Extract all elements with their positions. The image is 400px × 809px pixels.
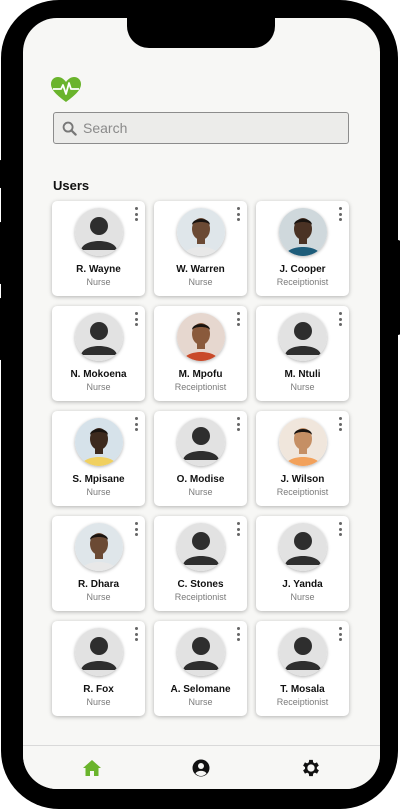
user-card[interactable]: J. Wilson Receiptionist	[256, 411, 349, 506]
user-role: Nurse	[86, 277, 111, 287]
user-name: R. Dhara	[77, 579, 120, 590]
user-role: Nurse	[86, 382, 111, 392]
search-icon	[62, 121, 77, 136]
phone-side-button	[0, 298, 4, 360]
more-options-icon[interactable]	[134, 522, 138, 536]
more-options-icon[interactable]	[338, 207, 342, 221]
avatar-photo	[74, 523, 123, 571]
more-options-icon[interactable]	[134, 627, 138, 641]
user-role: Nurse	[86, 487, 111, 497]
avatar-photo	[176, 313, 225, 361]
nav-settings[interactable]	[295, 753, 327, 783]
user-card[interactable]: J. Cooper Receiptionist	[256, 201, 349, 296]
avatar-photo	[278, 208, 327, 256]
user-name: O. Modise	[176, 474, 225, 485]
user-card[interactable]: O. Modise Nurse	[154, 411, 247, 506]
avatar-photo	[278, 418, 327, 466]
avatar-placeholder-icon	[278, 523, 327, 571]
user-role: Nurse	[188, 697, 213, 707]
phone-side-button	[0, 222, 4, 284]
user-role: Nurse	[290, 382, 315, 392]
more-options-icon[interactable]	[338, 417, 342, 431]
home-icon	[82, 759, 101, 776]
avatar-placeholder-icon	[176, 418, 225, 466]
phone-notch	[127, 18, 275, 48]
user-name: R. Wayne	[76, 264, 121, 275]
user-name: C. Stones	[177, 579, 224, 590]
avatar-placeholder-icon	[74, 313, 123, 361]
more-options-icon[interactable]	[134, 312, 138, 326]
avatar-placeholder-icon	[278, 628, 327, 676]
user-name: R. Fox	[83, 684, 114, 695]
user-name: J. Wilson	[280, 474, 325, 485]
user-name: M. Mpofu	[178, 369, 223, 380]
search-box[interactable]	[53, 112, 349, 144]
user-role: Receiptionist	[174, 592, 227, 602]
user-card[interactable]: S. Mpisane Nurse	[52, 411, 145, 506]
user-name: A. Selomane	[170, 684, 231, 695]
avatar-placeholder-icon	[176, 523, 225, 571]
user-role: Nurse	[86, 697, 111, 707]
more-options-icon[interactable]	[236, 312, 240, 326]
user-name: M. Ntuli	[284, 369, 321, 380]
user-card[interactable]: R. Wayne Nurse	[52, 201, 145, 296]
search-input[interactable]	[83, 120, 323, 136]
more-options-icon[interactable]	[134, 417, 138, 431]
avatar-photo	[74, 418, 123, 466]
avatar-placeholder-icon	[74, 208, 123, 256]
user-role: Receiptionist	[276, 697, 329, 707]
user-name: S. Mpisane	[72, 474, 125, 485]
user-name: J. Yanda	[282, 579, 323, 590]
user-card[interactable]: T. Mosala Receiptionist	[256, 621, 349, 716]
phone-side-button	[0, 160, 4, 188]
user-card[interactable]: W. Warren Nurse	[154, 201, 247, 296]
avatar-placeholder-icon	[74, 628, 123, 676]
user-card[interactable]: M. Ntuli Nurse	[256, 306, 349, 401]
avatar-placeholder-icon	[176, 628, 225, 676]
nav-home[interactable]	[76, 753, 108, 783]
avatar-photo	[176, 208, 225, 256]
app-screen: Users R. Wayne Nurse W. Warren Nurse J. Coop…	[23, 18, 380, 789]
user-role: Receiptionist	[276, 487, 329, 497]
user-name: J. Cooper	[279, 264, 326, 275]
avatar-placeholder-icon	[278, 313, 327, 361]
user-role: Receiptionist	[174, 382, 227, 392]
user-card[interactable]: A. Selomane Nurse	[154, 621, 247, 716]
user-name: T. Mosala	[280, 684, 325, 695]
user-name: N. Mokoena	[70, 369, 127, 380]
user-card[interactable]: R. Dhara Nurse	[52, 516, 145, 611]
phone-side-button	[395, 240, 400, 335]
user-name: W. Warren	[176, 264, 225, 275]
user-role: Nurse	[290, 592, 315, 602]
more-options-icon[interactable]	[134, 207, 138, 221]
user-grid: R. Wayne Nurse W. Warren Nurse J. Cooper Rece…	[52, 201, 349, 716]
user-role: Nurse	[188, 487, 213, 497]
user-card[interactable]: J. Yanda Nurse	[256, 516, 349, 611]
more-options-icon[interactable]	[236, 627, 240, 641]
phone-frame: Users R. Wayne Nurse W. Warren Nurse J. Coop…	[0, 0, 400, 809]
user-role: Nurse	[188, 277, 213, 287]
more-options-icon[interactable]	[338, 312, 342, 326]
gear-icon	[303, 759, 320, 776]
user-card[interactable]: N. Mokoena Nurse	[52, 306, 145, 401]
more-options-icon[interactable]	[338, 627, 342, 641]
user-card[interactable]: R. Fox Nurse	[52, 621, 145, 716]
more-options-icon[interactable]	[236, 522, 240, 536]
user-card[interactable]: M. Mpofu Receiptionist	[154, 306, 247, 401]
user-role: Nurse	[86, 592, 111, 602]
section-title: Users	[53, 178, 90, 193]
nav-profile[interactable]	[185, 753, 217, 783]
more-options-icon[interactable]	[338, 522, 342, 536]
bottom-nav	[23, 745, 380, 789]
more-options-icon[interactable]	[236, 207, 240, 221]
heart-pulse-logo-icon	[51, 77, 81, 102]
user-card[interactable]: C. Stones Receiptionist	[154, 516, 247, 611]
user-role: Receiptionist	[276, 277, 329, 287]
profile-icon	[192, 759, 210, 776]
more-options-icon[interactable]	[236, 417, 240, 431]
